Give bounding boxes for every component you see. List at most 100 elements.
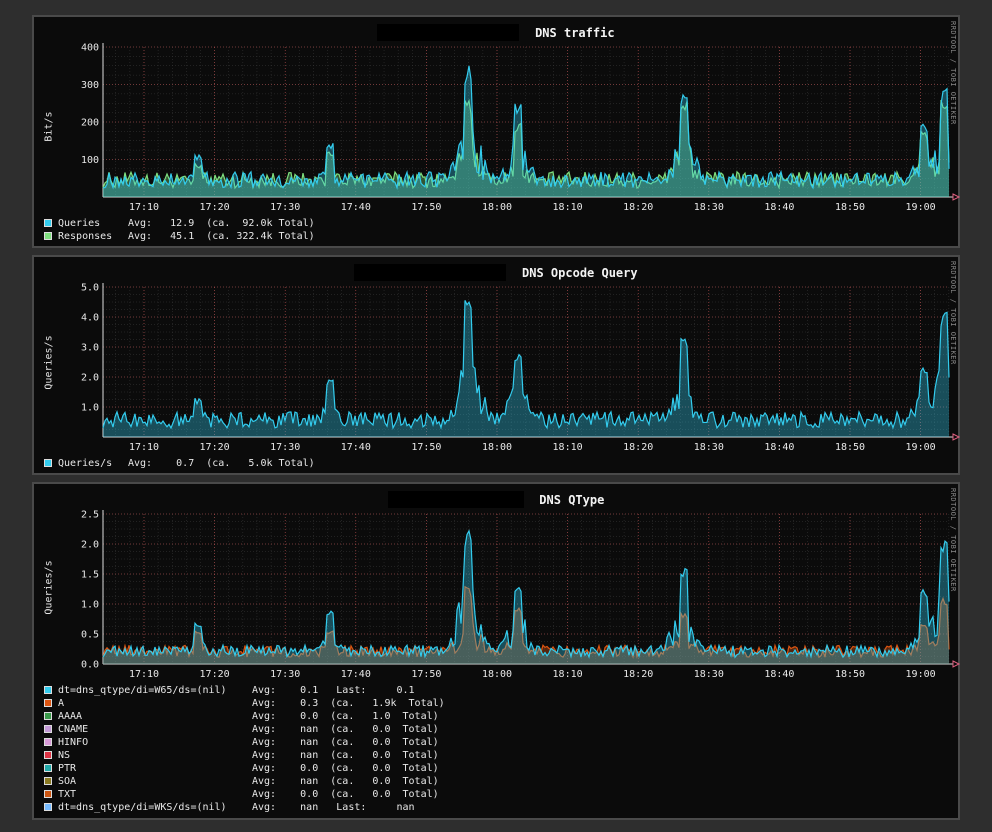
legend-label: SOA — [58, 776, 77, 787]
x-tick-label: 18:40 — [764, 202, 794, 213]
legend-swatch — [44, 803, 52, 811]
y-tick-label: 5.0 — [81, 283, 99, 294]
legend-swatch — [44, 751, 52, 759]
x-tick-label: 17:20 — [200, 442, 230, 453]
legend-label: dt=dns_qtype/di=W65/ds=(nil) — [58, 685, 227, 696]
x-tick-label: 18:30 — [694, 202, 724, 213]
x-tick-label: 17:40 — [341, 669, 371, 680]
x-tick-label: 17:10 — [129, 669, 159, 680]
series-line — [102, 529, 950, 659]
legend-swatch — [44, 232, 52, 240]
legend-label: A — [58, 698, 65, 709]
legend-swatch — [44, 686, 52, 694]
y-tick-label: 200 — [81, 118, 99, 129]
x-tick-label: 17:20 — [200, 202, 230, 213]
legend-label: PTR — [58, 763, 77, 774]
legend-label: AAAA — [58, 711, 83, 722]
x-tick-label: 18:50 — [835, 669, 865, 680]
y-tick-label: 2.0 — [81, 540, 99, 551]
dns-opcode-query-panel: DNS Opcode Query RRDTOOL / TOBI OETIKER … — [32, 255, 961, 475]
dns-traffic-panel: DNS traffic RRDTOOL / TOBI OETIKER Bit/s… — [32, 15, 961, 248]
legend-stats: Avg: 0.7 (ca. 5.0k Total) — [128, 458, 315, 469]
legend-stats: Avg: 0.0 (ca. 1.0 Total) — [252, 711, 439, 722]
x-tick-label: 18:10 — [553, 202, 583, 213]
y-tick-label: 0.0 — [81, 660, 99, 671]
legend-stats: Avg: 0.0 (ca. 0.0 Total) — [252, 763, 439, 774]
legend-stats: Avg: nan Last: nan — [252, 802, 415, 813]
y-tick-label: 2.0 — [81, 373, 99, 384]
x-tick-label: 18:30 — [694, 442, 724, 453]
legend-label: Queries/s — [58, 458, 113, 469]
x-tick-label: 18:50 — [835, 442, 865, 453]
x-tick-label: 18:10 — [553, 442, 583, 453]
x-tick-label: 18:00 — [482, 442, 512, 453]
y-tick-label: 1.0 — [81, 600, 99, 611]
x-tick-label: 17:50 — [411, 442, 441, 453]
legend-stats: Avg: 0.0 (ca. 0.0 Total) — [252, 789, 439, 800]
x-tick-label: 18:50 — [835, 202, 865, 213]
legend-label: NS — [58, 750, 71, 761]
y-tick-label: 3.0 — [81, 343, 99, 354]
x-axis-arrow — [952, 660, 961, 668]
x-tick-label: 17:10 — [129, 442, 159, 453]
y-tick-label: 400 — [81, 43, 99, 54]
x-axis-arrow — [952, 433, 961, 441]
x-tick-label: 17:30 — [270, 202, 300, 213]
x-tick-label: 18:30 — [694, 669, 724, 680]
x-tick-label: 17:10 — [129, 202, 159, 213]
legend-swatch — [44, 777, 52, 785]
x-tick-label: 18:40 — [764, 669, 794, 680]
x-tick-label: 19:00 — [906, 202, 936, 213]
y-tick-label: 2.5 — [81, 510, 99, 521]
y-tick-label: 300 — [81, 80, 99, 91]
x-tick-label: 17:20 — [200, 669, 230, 680]
legend-swatch — [44, 219, 52, 227]
legend-swatch — [44, 725, 52, 733]
series-area — [103, 530, 949, 664]
x-tick-label: 18:00 — [482, 202, 512, 213]
legend-stats: Avg: 0.1 Last: 0.1 — [252, 685, 415, 696]
dns-qtype-panel: DNS QType RRDTOOL / TOBI OETIKER Queries… — [32, 482, 961, 820]
x-tick-label: 17:50 — [411, 669, 441, 680]
y-tick-label: 1.0 — [81, 403, 99, 414]
x-tick-label: 19:00 — [906, 669, 936, 680]
legend-stats: Avg: nan (ca. 0.0 Total) — [252, 737, 439, 748]
legend-label: HINFO — [58, 737, 89, 748]
legend-stats: Avg: 45.1 (ca. 322.4k Total) — [128, 231, 315, 242]
legend-swatch — [44, 790, 52, 798]
y-tick-label: 4.0 — [81, 313, 99, 324]
dns-traffic-plot: 400 300 200 100 17:10 17:20 17:30 17:40 17:50 18:… — [81, 43, 961, 213]
x-tick-label: 19:00 — [906, 442, 936, 453]
legend-stats: Avg: nan (ca. 0.0 Total) — [252, 750, 439, 761]
legend-label: dt=dns_qtype/di=WKS/ds=(nil) — [58, 802, 227, 813]
legend-swatch — [44, 459, 52, 467]
x-tick-label: 17:30 — [270, 669, 300, 680]
x-tick-label: 17:30 — [270, 442, 300, 453]
legend-label: Queries — [58, 218, 101, 229]
legend-stats: Avg: nan (ca. 0.0 Total) — [252, 724, 439, 735]
y-tick-label: 1.5 — [81, 570, 99, 581]
legend-label: CNAME — [58, 724, 89, 735]
x-tick-label: 18:20 — [623, 202, 653, 213]
x-tick-label: 18:00 — [482, 669, 512, 680]
y-tick-label: 100 — [81, 155, 99, 166]
legend-swatch — [44, 738, 52, 746]
legend-stats: Avg: 0.3 (ca. 1.9k Total) — [252, 698, 445, 709]
legend-label: Responses — [58, 231, 113, 242]
legend-stats: Avg: 12.9 (ca. 92.0k Total) — [128, 218, 315, 229]
dns-opcode-query-plot: 5.0 4.0 3.0 2.0 1.0 17:10 17:20 17:30 17:40 17:50… — [81, 283, 961, 453]
legend-label: TXT — [58, 789, 77, 800]
x-tick-label: 17:40 — [341, 202, 371, 213]
legend-swatch — [44, 699, 52, 707]
x-tick-label: 18:40 — [764, 442, 794, 453]
x-axis-arrow — [952, 193, 961, 201]
dns-qtype-plot: 2.5 2.0 1.5 1.0 0.5 0.0 17:10 17:20 17:30 17:40 17… — [81, 510, 961, 680]
legend-swatch — [44, 764, 52, 772]
legend-swatch — [44, 712, 52, 720]
x-tick-label: 17:40 — [341, 442, 371, 453]
x-tick-label: 18:20 — [623, 442, 653, 453]
y-tick-label: 0.5 — [81, 630, 99, 641]
x-tick-label: 18:10 — [553, 669, 583, 680]
legend-stats: Avg: nan (ca. 0.0 Total) — [252, 776, 439, 787]
x-tick-label: 18:20 — [623, 669, 653, 680]
